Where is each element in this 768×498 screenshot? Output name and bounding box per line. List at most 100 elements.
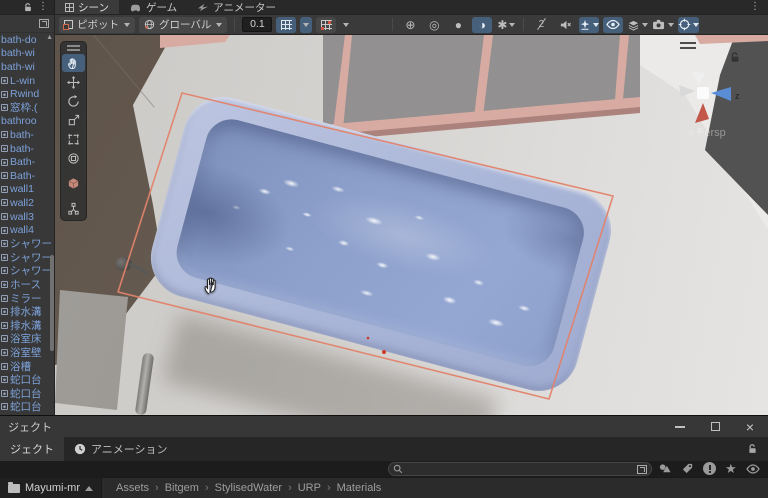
gizmos-dropdown[interactable]: [678, 16, 700, 33]
tab-project[interactable]: ジェクト: [0, 437, 64, 461]
chevron-down-icon: [668, 22, 675, 27]
hierarchy-item[interactable]: シャワー: [0, 264, 54, 278]
breadcrumb-item[interactable]: › Bitgem: [155, 482, 199, 494]
custom-tool-button[interactable]: [62, 174, 85, 192]
save-search-icon[interactable]: ★: [725, 462, 737, 475]
breadcrumb-item[interactable]: › Materials: [327, 482, 381, 494]
hierarchy-item[interactable]: bathroo: [0, 115, 54, 129]
flare-toggle[interactable]: ✱: [496, 17, 516, 33]
hierarchy-item[interactable]: wall2: [0, 196, 54, 210]
pivot-dropdown[interactable]: ピボット: [59, 16, 135, 33]
effects-dropdown[interactable]: [579, 16, 600, 33]
scrollbar-up-icon[interactable]: ▲: [46, 34, 53, 41]
minimize-icon[interactable]: [674, 425, 685, 428]
transform-tool-button[interactable]: [62, 149, 85, 167]
hierarchy-item-label: wall3: [10, 210, 34, 223]
scrollbar-thumb[interactable]: [50, 255, 54, 351]
hierarchy-item[interactable]: L-win: [0, 74, 54, 88]
hierarchy-list[interactable]: bath-do bath-wi bath-wi L-win Rwind 窓枠.(…: [0, 33, 54, 415]
hierarchy-item[interactable]: シャワー: [0, 237, 54, 251]
hierarchy-item[interactable]: bath-: [0, 128, 54, 142]
hierarchy-item[interactable]: bath-wi: [0, 60, 54, 74]
scene-viewport[interactable]: z x Persp: [55, 35, 768, 415]
snap-increment-field[interactable]: 0.1: [242, 17, 273, 32]
x-axis-cone[interactable]: [695, 103, 709, 123]
hierarchy-item[interactable]: 蛇口台: [0, 386, 54, 400]
maximize-icon[interactable]: [710, 422, 720, 431]
breadcrumb-item[interactable]: › URP: [288, 482, 321, 494]
search-by-type-icon[interactable]: [658, 462, 672, 475]
rotate-tool-button[interactable]: [62, 92, 85, 110]
global-dropdown[interactable]: グローバル: [139, 16, 228, 33]
layers-dropdown[interactable]: [627, 17, 649, 33]
overlay-drag-handle[interactable]: [67, 45, 80, 51]
gizmo-center-cube[interactable]: [697, 87, 709, 99]
move-tool-button[interactable]: [62, 73, 85, 91]
grid-visibility-dropdown[interactable]: [340, 17, 352, 33]
tab-animator[interactable]: アニメーター: [187, 0, 286, 14]
z-axis-cone[interactable]: [711, 87, 731, 101]
project-window-titlebar[interactable]: ジェクト ×: [0, 415, 768, 437]
hierarchy-item[interactable]: ホース: [0, 278, 54, 292]
camera-dropdown[interactable]: [652, 17, 675, 33]
lighting-toggle[interactable]: ●: [448, 17, 468, 33]
unlock-icon[interactable]: [747, 443, 758, 455]
hierarchy-item[interactable]: ミラー: [0, 291, 54, 305]
hierarchy-item[interactable]: 浴室壁: [0, 346, 54, 360]
grid-snapping-dropdown[interactable]: [300, 16, 313, 33]
hierarchy-item[interactable]: wall3: [0, 210, 54, 224]
hierarchy-item[interactable]: 蛇口台: [0, 400, 54, 414]
hierarchy-item[interactable]: bath-: [0, 142, 54, 156]
rect-tool-button[interactable]: [62, 130, 85, 148]
hierarchy-item[interactable]: Bath-: [0, 155, 54, 169]
breadcrumb-root[interactable]: Mayumi-mr: [0, 478, 102, 498]
tab-game[interactable]: ゲーム: [119, 0, 187, 14]
breadcrumb-item[interactable]: Assets: [110, 482, 149, 494]
shading-toggle[interactable]: ◑: [472, 16, 493, 33]
hierarchy-item[interactable]: bath-wi: [0, 47, 54, 61]
search-box[interactable]: [388, 462, 652, 476]
draw-mode-button[interactable]: ⊕: [400, 17, 420, 33]
audio-mute-toggle[interactable]: [555, 17, 575, 33]
tab-animation[interactable]: アニメーション: [64, 437, 178, 461]
scene-lock-icon[interactable]: [729, 51, 741, 64]
close-icon[interactable]: ×: [746, 420, 754, 434]
hierarchy-item[interactable]: 窓枠.(: [0, 101, 54, 115]
search-input[interactable]: [407, 462, 633, 476]
search-popout-icon[interactable]: [637, 464, 647, 474]
hierarchy-item[interactable]: 浴室床: [0, 332, 54, 346]
persp-label[interactable]: Persp: [688, 127, 726, 139]
view-hand-tool-button[interactable]: [62, 54, 85, 72]
hierarchy-panel: bath-do bath-wi bath-wi L-win Rwind 窓枠.(…: [0, 15, 55, 415]
hierarchy-item[interactable]: Rwind: [0, 87, 54, 101]
hierarchy-item[interactable]: wall1: [0, 183, 54, 197]
editor-tools-button[interactable]: [62, 199, 85, 217]
scene-visibility-toggle[interactable]: [603, 16, 624, 33]
hierarchy-item[interactable]: 浴槽: [0, 359, 54, 373]
hierarchy-item[interactable]: シャワー: [0, 251, 54, 265]
import-log-icon[interactable]: [703, 462, 716, 475]
hierarchy-item[interactable]: 排水溝: [0, 318, 54, 332]
tab-scene[interactable]: シーン: [55, 0, 119, 14]
scene-window-kebab-icon[interactable]: ⋮: [750, 2, 768, 12]
hierarchy-item[interactable]: 排水溝: [0, 305, 54, 319]
grid-visibility-toggle[interactable]: [316, 16, 337, 33]
hierarchy-item-label: bath-: [10, 142, 34, 155]
orientation-gizmo[interactable]: z x: [667, 67, 767, 157]
search-by-label-icon[interactable]: [681, 462, 694, 475]
grid-snapping-toggle[interactable]: [276, 16, 297, 33]
hierarchy-item[interactable]: Bath-: [0, 169, 54, 183]
breadcrumb-item[interactable]: › StylisedWater: [205, 482, 282, 494]
hidden-packages-eye-icon[interactable]: [745, 463, 762, 475]
hierarchy-item[interactable]: 蛇口台: [0, 373, 54, 387]
hierarchy-item[interactable]: wall4: [0, 223, 54, 237]
hierarchy-item-label: bath-: [10, 128, 34, 141]
kebab-menu-icon[interactable]: ⋮: [38, 2, 48, 12]
overlay-menu-icon[interactable]: [680, 42, 696, 49]
scale-tool-button[interactable]: [62, 111, 85, 129]
popout-icon[interactable]: [39, 19, 49, 28]
render-doodads-button[interactable]: ◎: [424, 17, 444, 33]
hidden-objects-button[interactable]: 2: [531, 17, 551, 33]
unlock-icon[interactable]: [23, 2, 33, 13]
grid-icon: [65, 2, 74, 12]
